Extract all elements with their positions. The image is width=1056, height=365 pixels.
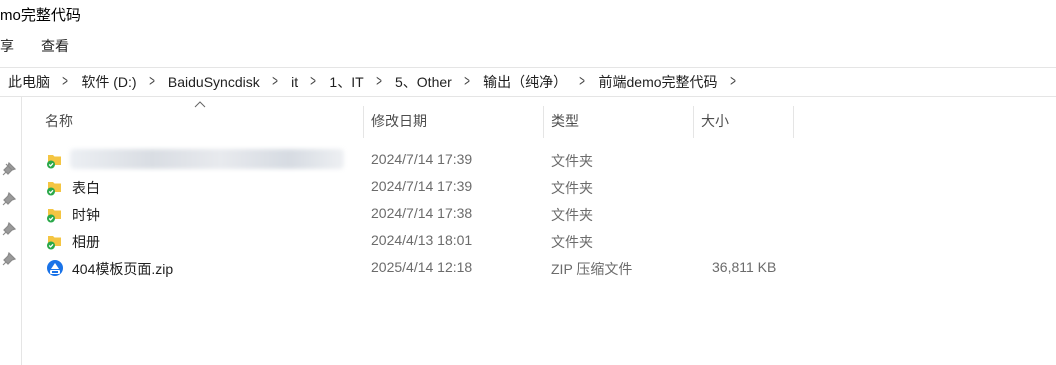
file-type: 文件夹: [551, 180, 593, 196]
breadcrumb-frontend-demo[interactable]: 前端demo完整代码: [597, 72, 720, 92]
column-divider[interactable]: [363, 106, 364, 138]
column-divider[interactable]: [693, 106, 694, 138]
navigation-pane[interactable]: [0, 96, 22, 365]
breadcrumb-this-pc[interactable]: 此电脑: [6, 72, 52, 92]
column-header-name[interactable]: 名称: [45, 96, 363, 136]
folder-synced-icon: [47, 182, 61, 196]
file-type: ZIP 压缩文件: [551, 261, 633, 277]
chevron-right-icon[interactable]: >: [267, 73, 283, 91]
folder-synced-icon: [47, 209, 61, 223]
file-row[interactable]: 相册 2024/4/13 18:01 文件夹: [40, 227, 800, 254]
chevron-right-icon[interactable]: >: [306, 73, 322, 91]
breadcrumb-1-it[interactable]: 1、IT: [327, 72, 365, 92]
zip-file-icon: [47, 260, 63, 276]
column-divider[interactable]: [543, 106, 544, 138]
file-row[interactable]: 表白 2024/7/14 17:39 文件夹: [40, 173, 800, 200]
file-row[interactable]: 2024/7/14 17:39 文件夹: [40, 146, 800, 173]
file-type: 文件夹: [551, 234, 593, 250]
address-bar[interactable]: 此电脑 > 软件 (D:) > BaiduSyncdisk > it > 1、I…: [0, 67, 1056, 97]
pin-icon[interactable]: [2, 162, 16, 176]
ribbon-tab-view[interactable]: 查看: [41, 36, 69, 56]
file-name: 时钟: [72, 207, 100, 223]
file-modified: 2024/4/13 18:01: [371, 232, 473, 248]
chevron-right-icon[interactable]: >: [725, 73, 741, 91]
folder-synced-icon: [47, 155, 61, 169]
column-header-size[interactable]: 大小: [701, 96, 793, 136]
file-type: 文件夹: [551, 153, 593, 169]
chevron-right-icon[interactable]: >: [459, 73, 475, 91]
file-modified: 2025/4/14 12:18: [371, 259, 473, 275]
chevron-right-icon[interactable]: >: [575, 73, 591, 91]
redacted-name: [70, 149, 344, 169]
pin-icon[interactable]: [2, 252, 16, 266]
column-divider[interactable]: [793, 106, 794, 138]
breadcrumb-baidusyncdisk[interactable]: BaiduSyncdisk: [166, 74, 262, 90]
ribbon-tab-share[interactable]: 享: [0, 36, 14, 56]
file-row[interactable]: 404模板页面.zip 2025/4/14 12:18 ZIP 压缩文件 36,…: [40, 254, 800, 281]
column-header-type[interactable]: 类型: [551, 96, 693, 136]
pin-icon[interactable]: [2, 222, 16, 236]
file-row[interactable]: 时钟 2024/7/14 17:38 文件夹: [40, 200, 800, 227]
column-header-modified[interactable]: 修改日期: [371, 96, 543, 136]
file-modified: 2024/7/14 17:39: [371, 178, 473, 194]
breadcrumb: 此电脑 > 软件 (D:) > BaiduSyncdisk > it > 1、I…: [6, 68, 747, 96]
file-type: 文件夹: [551, 207, 593, 223]
file-modified: 2024/7/14 17:38: [371, 205, 473, 221]
chevron-right-icon[interactable]: >: [57, 73, 73, 91]
breadcrumb-drive-d[interactable]: 软件 (D:): [79, 72, 138, 92]
breadcrumb-5-other[interactable]: 5、Other: [393, 72, 454, 92]
file-name: 404模板页面.zip: [72, 261, 174, 277]
chevron-right-icon[interactable]: >: [144, 73, 160, 91]
chevron-right-icon[interactable]: >: [371, 73, 387, 91]
folder-synced-icon: [47, 236, 61, 250]
file-name: 相册: [72, 234, 100, 250]
file-size: 36,811 KB: [712, 259, 777, 275]
window-title: mo完整代码: [0, 7, 81, 24]
pin-icon[interactable]: [2, 192, 16, 206]
breadcrumb-it[interactable]: it: [289, 74, 300, 90]
file-name: 表白: [72, 180, 100, 196]
breadcrumb-output[interactable]: 输出（纯净）: [481, 72, 569, 92]
file-modified: 2024/7/14 17:39: [371, 151, 473, 167]
